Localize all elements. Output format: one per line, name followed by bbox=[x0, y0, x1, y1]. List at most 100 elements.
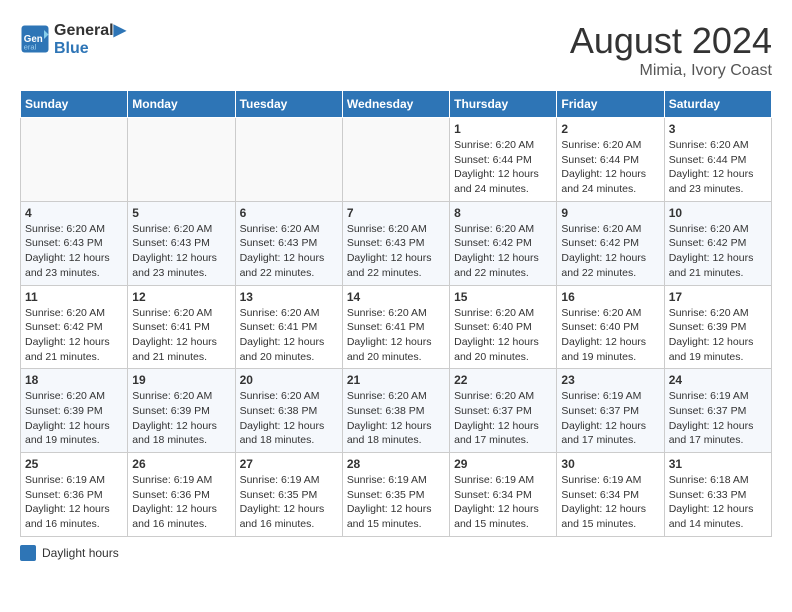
day-number: 3 bbox=[669, 122, 767, 136]
month-year-title: August 2024 bbox=[570, 20, 772, 62]
day-info: Sunrise: 6:20 AMSunset: 6:43 PMDaylight:… bbox=[347, 222, 445, 281]
calendar-week-4: 18Sunrise: 6:20 AMSunset: 6:39 PMDayligh… bbox=[21, 369, 772, 453]
calendar-cell: 8Sunrise: 6:20 AMSunset: 6:42 PMDaylight… bbox=[450, 201, 557, 285]
col-header-tuesday: Tuesday bbox=[235, 91, 342, 118]
day-info: Sunrise: 6:20 AMSunset: 6:43 PMDaylight:… bbox=[132, 222, 230, 281]
day-number: 28 bbox=[347, 457, 445, 471]
calendar-cell: 14Sunrise: 6:20 AMSunset: 6:41 PMDayligh… bbox=[342, 285, 449, 369]
calendar-cell: 28 Sunrise: 6:19 AMSunset: 6:35 PMDayligh… bbox=[342, 453, 449, 537]
calendar-cell bbox=[342, 118, 449, 202]
calendar-table: SundayMondayTuesdayWednesdayThursdayFrid… bbox=[20, 90, 772, 537]
calendar-cell: 10Sunrise: 6:20 AMSunset: 6:42 PMDayligh… bbox=[664, 201, 771, 285]
calendar-cell: 11Sunrise: 6:20 AMSunset: 6:42 PMDayligh… bbox=[21, 285, 128, 369]
day-info: Sunrise: 6:20 AMSunset: 6:39 PMDaylight:… bbox=[132, 389, 230, 448]
logo: Gen eral General▶ Blue bbox=[20, 20, 126, 58]
logo-icon: Gen eral bbox=[20, 24, 50, 54]
calendar-cell: 6 Sunrise: 6:20 AMSunset: 6:43 PMDaylight… bbox=[235, 201, 342, 285]
calendar-cell: 4Sunrise: 6:20 AMSunset: 6:43 PMDaylight… bbox=[21, 201, 128, 285]
calendar-week-3: 11Sunrise: 6:20 AMSunset: 6:42 PMDayligh… bbox=[21, 285, 772, 369]
calendar-header-row: SundayMondayTuesdayWednesdayThursdayFrid… bbox=[21, 91, 772, 118]
day-number: 30 bbox=[561, 457, 659, 471]
calendar-cell: 23 Sunrise: 6:19 AMSunset: 6:37 PMDayligh… bbox=[557, 369, 664, 453]
day-info: Sunrise: 6:20 AMSunset: 6:44 PMDaylight:… bbox=[561, 138, 659, 197]
day-info: Sunrise: 6:19 AMSunset: 6:35 PMDaylight:… bbox=[240, 473, 338, 532]
day-number: 24 bbox=[669, 373, 767, 387]
calendar-cell: 31Sunrise: 6:18 AMSunset: 6:33 PMDayligh… bbox=[664, 453, 771, 537]
day-info: Sunrise: 6:20 AMSunset: 6:39 PMDaylight:… bbox=[669, 306, 767, 365]
day-info: Sunrise: 6:20 AMSunset: 6:42 PMDaylight:… bbox=[561, 222, 659, 281]
day-info: Sunrise: 6:20 AMSunset: 6:39 PMDaylight:… bbox=[25, 389, 123, 448]
day-number: 4 bbox=[25, 206, 123, 220]
day-number: 5 bbox=[132, 206, 230, 220]
logo-text: General▶ Blue bbox=[54, 20, 126, 58]
calendar-week-5: 25 Sunrise: 6:19 AMSunset: 6:36 PMDayligh… bbox=[21, 453, 772, 537]
day-info: Sunrise: 6:19 AMSunset: 6:35 PMDaylight:… bbox=[347, 473, 445, 532]
day-number: 25 bbox=[25, 457, 123, 471]
day-info: Sunrise: 6:20 AMSunset: 6:41 PMDaylight:… bbox=[347, 306, 445, 365]
day-number: 19 bbox=[132, 373, 230, 387]
calendar-cell: 21 Sunrise: 6:20 AMSunset: 6:38 PMDayligh… bbox=[342, 369, 449, 453]
day-number: 2 bbox=[561, 122, 659, 136]
col-header-thursday: Thursday bbox=[450, 91, 557, 118]
calendar-cell: 9 Sunrise: 6:20 AMSunset: 6:42 PMDaylight… bbox=[557, 201, 664, 285]
day-info: Sunrise: 6:20 AMSunset: 6:42 PMDaylight:… bbox=[454, 222, 552, 281]
legend: Daylight hours bbox=[20, 545, 772, 561]
day-info: Sunrise: 6:20 AMSunset: 6:40 PMDaylight:… bbox=[454, 306, 552, 365]
calendar-cell: 24 Sunrise: 6:19 AMSunset: 6:37 PMDayligh… bbox=[664, 369, 771, 453]
calendar-cell bbox=[128, 118, 235, 202]
day-info: Sunrise: 6:20 AMSunset: 6:38 PMDaylight:… bbox=[347, 389, 445, 448]
col-header-friday: Friday bbox=[557, 91, 664, 118]
calendar-week-2: 4 Sunrise: 6:20 AMSunset: 6:43 PMDaylight… bbox=[21, 201, 772, 285]
day-info: Sunrise: 6:20 AMSunset: 6:41 PMDaylight:… bbox=[240, 306, 338, 365]
day-number: 12 bbox=[132, 290, 230, 304]
calendar-cell: 17Sunrise: 6:20 AMSunset: 6:39 PMDayligh… bbox=[664, 285, 771, 369]
day-number: 13 bbox=[240, 290, 338, 304]
day-info: Sunrise: 6:20 AMSunset: 6:44 PMDaylight:… bbox=[669, 138, 767, 197]
day-info: Sunrise: 6:20 AMSunset: 6:43 PMDaylight:… bbox=[240, 222, 338, 281]
col-header-saturday: Saturday bbox=[664, 91, 771, 118]
calendar-cell: 29 Sunrise: 6:19 AMSunset: 6:34 PMDayligh… bbox=[450, 453, 557, 537]
calendar-cell bbox=[235, 118, 342, 202]
day-info: Sunrise: 6:20 AMSunset: 6:40 PMDaylight:… bbox=[561, 306, 659, 365]
day-number: 22 bbox=[454, 373, 552, 387]
calendar-cell: 30Sunrise: 6:19 AMSunset: 6:34 PMDayligh… bbox=[557, 453, 664, 537]
calendar-cell: 12 Sunrise: 6:20 AMSunset: 6:41 PMDayligh… bbox=[128, 285, 235, 369]
calendar-cell: 26Sunrise: 6:19 AMSunset: 6:36 PMDayligh… bbox=[128, 453, 235, 537]
calendar-cell: 13 Sunrise: 6:20 AMSunset: 6:41 PMDayligh… bbox=[235, 285, 342, 369]
day-info: Sunrise: 6:19 AMSunset: 6:37 PMDaylight:… bbox=[561, 389, 659, 448]
day-info: Sunrise: 6:19 AMSunset: 6:34 PMDaylight:… bbox=[454, 473, 552, 532]
legend-label: Daylight hours bbox=[42, 546, 119, 560]
day-number: 7 bbox=[347, 206, 445, 220]
day-info: Sunrise: 6:19 AMSunset: 6:36 PMDaylight:… bbox=[132, 473, 230, 532]
day-number: 1 bbox=[454, 122, 552, 136]
page-header: Gen eral General▶ Blue August 2024 Mimia… bbox=[20, 20, 772, 80]
day-info: Sunrise: 6:20 AMSunset: 6:38 PMDaylight:… bbox=[240, 389, 338, 448]
calendar-cell: 19 Sunrise: 6:20 AMSunset: 6:39 PMDayligh… bbox=[128, 369, 235, 453]
day-number: 27 bbox=[240, 457, 338, 471]
calendar-cell: 15 Sunrise: 6:20 AMSunset: 6:40 PMDayligh… bbox=[450, 285, 557, 369]
day-number: 21 bbox=[347, 373, 445, 387]
location-subtitle: Mimia, Ivory Coast bbox=[570, 62, 772, 80]
day-info: Sunrise: 6:19 AMSunset: 6:37 PMDaylight:… bbox=[669, 389, 767, 448]
day-info: Sunrise: 6:20 AMSunset: 6:44 PMDaylight:… bbox=[454, 138, 552, 197]
calendar-cell: 2 Sunrise: 6:20 AMSunset: 6:44 PMDaylight… bbox=[557, 118, 664, 202]
calendar-cell: 18Sunrise: 6:20 AMSunset: 6:39 PMDayligh… bbox=[21, 369, 128, 453]
col-header-sunday: Sunday bbox=[21, 91, 128, 118]
day-number: 29 bbox=[454, 457, 552, 471]
day-number: 6 bbox=[240, 206, 338, 220]
day-number: 9 bbox=[561, 206, 659, 220]
col-header-monday: Monday bbox=[128, 91, 235, 118]
day-info: Sunrise: 6:19 AMSunset: 6:36 PMDaylight:… bbox=[25, 473, 123, 532]
calendar-cell: 5 Sunrise: 6:20 AMSunset: 6:43 PMDaylight… bbox=[128, 201, 235, 285]
day-number: 15 bbox=[454, 290, 552, 304]
day-info: Sunrise: 6:20 AMSunset: 6:37 PMDaylight:… bbox=[454, 389, 552, 448]
day-number: 20 bbox=[240, 373, 338, 387]
day-info: Sunrise: 6:20 AMSunset: 6:41 PMDaylight:… bbox=[132, 306, 230, 365]
day-number: 31 bbox=[669, 457, 767, 471]
calendar-cell: 7 Sunrise: 6:20 AMSunset: 6:43 PMDaylight… bbox=[342, 201, 449, 285]
day-info: Sunrise: 6:20 AMSunset: 6:42 PMDaylight:… bbox=[25, 306, 123, 365]
calendar-cell: 27 Sunrise: 6:19 AMSunset: 6:35 PMDayligh… bbox=[235, 453, 342, 537]
col-header-wednesday: Wednesday bbox=[342, 91, 449, 118]
day-info: Sunrise: 6:20 AMSunset: 6:42 PMDaylight:… bbox=[669, 222, 767, 281]
day-number: 23 bbox=[561, 373, 659, 387]
